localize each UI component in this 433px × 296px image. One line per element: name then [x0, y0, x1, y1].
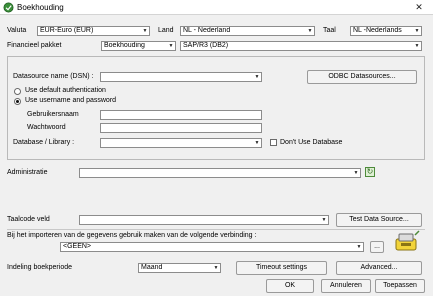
dsn-label: Datasource name (DSN) : — [13, 73, 94, 80]
chevron-down-icon: ▼ — [321, 217, 327, 223]
username-input[interactable] — [100, 110, 262, 120]
odbc-datasources-button[interactable]: ODBC Datasources... — [307, 70, 417, 84]
pakket-select[interactable]: Boekhouding ▼ — [101, 41, 176, 51]
valuta-select[interactable]: EUR-Euro (EUR) ▼ — [37, 26, 150, 36]
window-title: Boekhouding — [17, 3, 64, 12]
radio-default-auth[interactable] — [14, 88, 21, 95]
app-icon — [3, 2, 14, 13]
title-bar: Boekhouding ✕ — [0, 0, 433, 15]
radio-username-password[interactable] — [14, 98, 21, 105]
land-select[interactable]: NL - Nederland ▼ — [180, 26, 315, 36]
test-data-source-button[interactable]: Test Data Source... — [336, 213, 422, 227]
administratie-label: Administratie — [7, 169, 48, 176]
chevron-down-icon: ▼ — [414, 28, 420, 34]
chevron-down-icon: ▼ — [414, 43, 420, 49]
dont-use-database-checkbox[interactable] — [270, 139, 277, 146]
database-label: Database / Library : — [13, 139, 75, 146]
administratie-select[interactable]: ▼ — [79, 168, 361, 178]
browse-connection-button[interactable]: ... — [370, 241, 384, 253]
radio-username-password-label: Use username and password — [25, 97, 117, 104]
taalcode-label: Taalcode veld — [7, 216, 50, 223]
land-label: Land — [158, 27, 174, 34]
connection-label: Bij het importeren van de gegevens gebru… — [7, 232, 257, 239]
pakket-value: Boekhouding — [104, 42, 145, 49]
ok-button[interactable]: OK — [266, 279, 314, 293]
refresh-icon[interactable]: ↻ — [365, 167, 375, 177]
timeout-settings-button[interactable]: Timeout settings — [236, 261, 327, 275]
indeling-label: Indeling boekperiode — [7, 264, 72, 271]
cancel-button[interactable]: Annuleren — [321, 279, 371, 293]
dont-use-database-label: Don't Use Database — [280, 139, 343, 146]
connection-wizard-icon[interactable] — [393, 229, 421, 255]
database-select[interactable]: ▼ — [100, 138, 262, 148]
chevron-down-icon: ▼ — [254, 74, 260, 80]
chevron-down-icon: ▼ — [254, 140, 260, 146]
apply-button[interactable]: Toepassen — [375, 279, 425, 293]
dsn-select[interactable]: ▼ — [100, 72, 262, 82]
close-button[interactable]: ✕ — [408, 1, 430, 13]
password-label: Wachtwoord — [27, 124, 66, 131]
taalcode-select[interactable]: ▼ — [79, 215, 329, 225]
taal-label: Taal — [323, 27, 336, 34]
pakket-version-select[interactable]: SAP/R3 (DB2) ▼ — [180, 41, 422, 51]
radio-default-auth-label: Use default authentication — [25, 87, 106, 94]
valuta-value: EUR-Euro (EUR) — [40, 27, 94, 34]
section-divider — [7, 229, 425, 230]
chevron-down-icon: ▼ — [142, 28, 148, 34]
advanced-button[interactable]: Advanced... — [336, 261, 422, 275]
pakket-label: Financieel pakket — [7, 42, 62, 49]
land-value: NL - Nederland — [183, 27, 231, 34]
valuta-label: Valuta — [7, 27, 27, 34]
taal-value: NL -Nederlands — [353, 27, 402, 34]
chevron-down-icon: ▼ — [213, 265, 219, 271]
chevron-down-icon: ▼ — [168, 43, 174, 49]
connection-value: <GEEN> — [63, 243, 92, 250]
password-input[interactable] — [100, 123, 262, 133]
chevron-down-icon: ▼ — [307, 28, 313, 34]
pakket-version-value: SAP/R3 (DB2) — [183, 42, 229, 49]
taal-select[interactable]: NL -Nederlands ▼ — [350, 26, 422, 36]
chevron-down-icon: ▼ — [353, 170, 359, 176]
connection-select[interactable]: <GEEN> ▼ — [60, 242, 364, 252]
chevron-down-icon: ▼ — [356, 244, 362, 250]
indeling-value: Maand — [141, 264, 163, 271]
indeling-select[interactable]: Maand ▼ — [138, 263, 221, 273]
username-label: Gebruikersnaam — [27, 111, 79, 118]
